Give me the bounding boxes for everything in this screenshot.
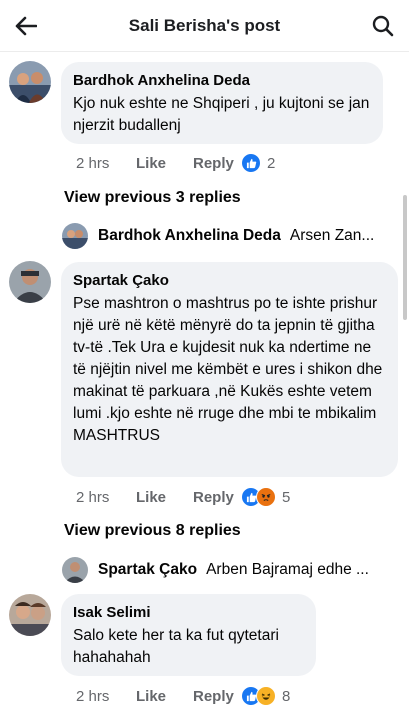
comment-text: Kjo nuk eshte ne Shqiperi , ju kujtoni s… [73,95,370,134]
reactions[interactable] [241,153,261,173]
scrollbar[interactable] [403,195,407,320]
like-reaction-icon [241,153,261,173]
comment-actions: 2 hrs Like Reply 5 [76,487,290,507]
reply-button[interactable]: Reply [193,155,241,172]
avatar [62,223,88,249]
avatar [62,557,88,583]
comment-time[interactable]: 2 hrs [76,688,136,705]
reply-button[interactable]: Reply [193,688,241,705]
view-previous-replies[interactable]: View previous 3 replies [64,189,241,207]
comment-text: Salo kete her ta ka fut qytetari hahahah… [73,627,279,666]
like-button[interactable]: Like [136,155,193,172]
comment-bubble[interactable]: Isak Selimi Salo kete her ta ka fut qyte… [61,594,316,676]
like-button[interactable]: Like [136,489,193,506]
reply-preview-text: Arben Bajramaj edhe ... [206,561,369,578]
reactions[interactable] [241,487,276,507]
comment-bubble[interactable]: Spartak Çako Pse mashtron o mashtrus po … [61,262,398,477]
avatar[interactable] [9,61,51,103]
comment-author[interactable]: Spartak Çako [73,272,386,289]
reply-preview-text: Arsen Zan... [289,227,375,244]
comment-actions: 2 hrs Like Reply 8 [76,686,290,706]
reply-preview[interactable]: Bardhok Anxhelina Deda Arsen Zan... [62,223,392,249]
like-button[interactable]: Like [136,688,193,705]
avatar[interactable] [9,261,51,303]
reply-preview-author: Bardhok Anxhelina Deda [98,227,281,244]
reply-button[interactable]: Reply [193,489,241,506]
angry-reaction-icon [256,487,276,507]
top-bar: Sali Berisha's post [0,0,409,52]
page-title: Sali Berisha's post [128,15,281,35]
back-arrow-icon [15,16,37,35]
search-icon [372,15,394,36]
reaction-count[interactable]: 2 [267,155,275,172]
reaction-count[interactable]: 8 [282,688,290,705]
comment-time[interactable]: 2 hrs [76,489,136,506]
back-button[interactable] [0,0,52,52]
comment-time[interactable]: 2 hrs [76,155,136,172]
reactions[interactable] [241,686,276,706]
avatar[interactable] [9,594,51,636]
comment-text: Pse mashtron o mashtrus po te ishte pris… [73,295,383,444]
search-button[interactable] [357,0,409,52]
comment-actions: 2 hrs Like Reply 2 [76,153,275,173]
reaction-count[interactable]: 5 [282,489,290,506]
reply-preview-author: Spartak Çako [98,561,198,578]
comment-author[interactable]: Isak Selimi [73,604,304,621]
haha-reaction-icon [256,686,276,706]
view-previous-replies[interactable]: View previous 8 replies [64,522,241,540]
comment-bubble[interactable]: Bardhok Anxhelina Deda Kjo nuk eshte ne … [61,62,383,144]
comment-author[interactable]: Bardhok Anxhelina Deda [73,72,371,89]
reply-preview[interactable]: Spartak Çako Arben Bajramaj edhe ... [62,557,392,583]
